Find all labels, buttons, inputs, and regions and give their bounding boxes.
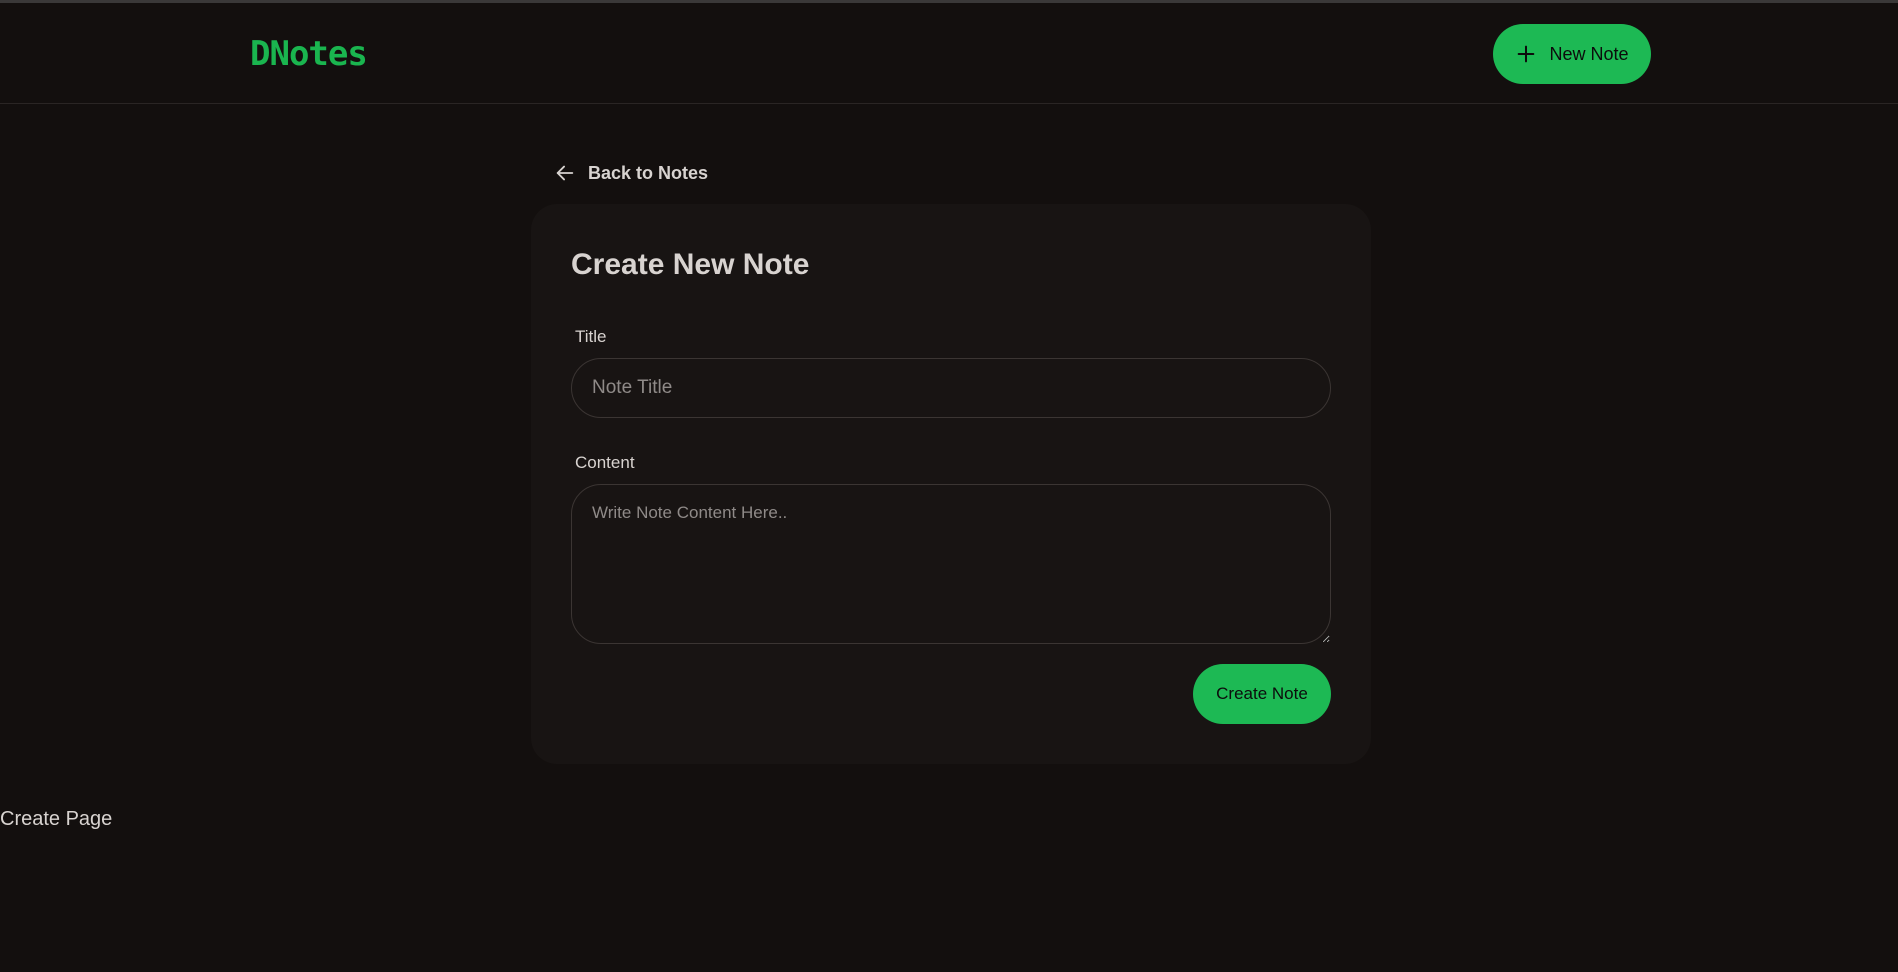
back-to-notes-label: Back to Notes [588, 162, 709, 183]
new-note-button-label: New Note [1549, 43, 1629, 64]
navbar: DNotes New Note [0, 3, 1898, 104]
content-textarea[interactable] [571, 484, 1331, 644]
app-logo[interactable]: DNotes [250, 34, 368, 74]
title-field-label: Title [575, 327, 607, 346]
plus-icon [1518, 45, 1535, 63]
title-input[interactable] [571, 358, 1331, 418]
new-note-button[interactable]: New Note [1493, 24, 1651, 84]
create-note-card: Create New Note Title Content Create Not… [531, 204, 1371, 764]
create-note-button[interactable]: Create Note [1193, 664, 1331, 724]
arrow-left-icon [556, 165, 574, 181]
page-title: Create New Note [571, 248, 810, 281]
content-field-label: Content [575, 453, 635, 472]
back-to-notes-link[interactable]: Back to Notes [554, 162, 708, 184]
page-label: Create Page [0, 808, 113, 830]
